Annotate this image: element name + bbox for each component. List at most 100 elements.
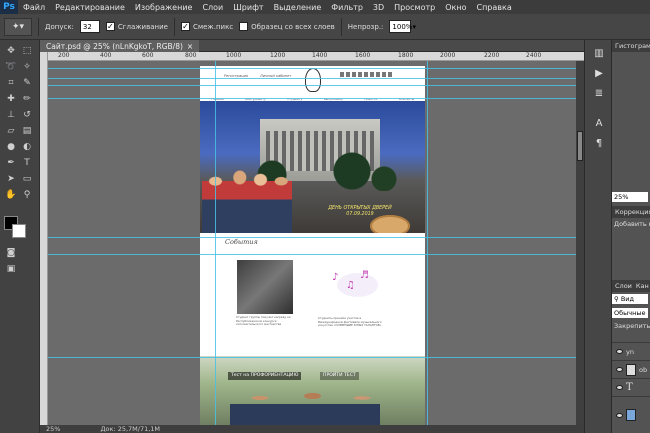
tab-channels[interactable]: Кан xyxy=(636,282,649,290)
layer-row[interactable]: ob xyxy=(612,360,650,378)
histogram-panel-body xyxy=(612,52,650,190)
eye-icon[interactable] xyxy=(616,412,623,418)
layer-row[interactable] xyxy=(612,396,650,433)
adjustments-panel-header[interactable]: Коррекция xyxy=(612,206,650,218)
play-icon[interactable]: ▶ xyxy=(591,66,607,80)
clone-stamp-icon[interactable]: ⊥ xyxy=(4,108,18,121)
text-layer-icon: T xyxy=(626,382,633,393)
lasso-tool-icon[interactable]: ➰ xyxy=(4,60,18,73)
music-note-icon: ♪ xyxy=(332,272,339,283)
layers-panel-tabs: Слои Кан xyxy=(612,280,650,292)
document-tab[interactable]: Сайт.psd @ 25% (nLnKgkoT, RGB/8) × xyxy=(40,40,200,52)
guide-line[interactable] xyxy=(48,237,576,238)
menu-image[interactable]: Изображение xyxy=(130,3,198,12)
brush-tool-icon[interactable]: ✏ xyxy=(20,92,34,105)
separator xyxy=(340,17,342,36)
paragraph-icon[interactable]: ¶ xyxy=(591,136,607,150)
guide-line[interactable] xyxy=(48,357,576,358)
guide-line[interactable] xyxy=(48,98,576,99)
menu-3d[interactable]: 3D xyxy=(368,3,389,12)
zoom-level[interactable]: 25% xyxy=(46,425,60,433)
opacity-field[interactable]: 100% ▾ xyxy=(389,20,416,33)
contiguous-label: Смеж.пикс xyxy=(192,22,234,31)
menu-file[interactable]: Файл xyxy=(18,3,50,12)
document-tab-bar: Сайт.psd @ 25% (nLnKgkoT, RGB/8) × xyxy=(40,40,584,52)
guide-line[interactable] xyxy=(215,61,216,425)
navigator-zoom-field[interactable]: 25% xyxy=(612,192,648,202)
menu-help[interactable]: Справка xyxy=(471,3,516,12)
eraser-tool-icon[interactable]: ▱ xyxy=(4,124,18,137)
guide-line[interactable] xyxy=(48,68,576,69)
guide-line[interactable] xyxy=(48,85,576,86)
history-brush-icon[interactable]: ↺ xyxy=(20,108,34,121)
histogram-panel-header[interactable]: Гистограмма xyxy=(612,40,650,52)
gradient-tool-icon[interactable]: ▤ xyxy=(20,124,34,137)
tool-preset-picker[interactable]: ✦▾ xyxy=(4,17,32,36)
opacity-value: 100% xyxy=(392,22,413,31)
music-notes-image: ♪ ♫ ♬ xyxy=(318,262,384,308)
crop-tool-icon[interactable]: ⌗ xyxy=(4,76,18,89)
histogram-icon[interactable]: ▥ xyxy=(591,46,607,60)
ruler-tick: 800 xyxy=(185,52,197,59)
horizontal-ruler[interactable]: 200 400 600 800 1000 1200 1400 1600 1800… xyxy=(48,52,584,61)
music-note-icon: ♫ xyxy=(346,280,355,291)
tab-layers[interactable]: Слои xyxy=(615,282,632,290)
quick-mask-icon[interactable]: ◙ xyxy=(4,246,18,259)
antialias-checkbox[interactable]: ✓ Сглаживание xyxy=(105,21,168,31)
vertical-ruler[interactable] xyxy=(40,52,48,425)
type-tool-icon[interactable]: T xyxy=(20,156,34,169)
tolerance-label: Допуск: xyxy=(45,22,74,31)
menu-edit[interactable]: Редактирование xyxy=(50,3,130,12)
canvas-area[interactable]: Регистрация Личный кабинет Главная Абиту… xyxy=(48,61,576,425)
path-select-icon[interactable]: ➤ xyxy=(4,172,18,185)
menu-filter[interactable]: Фильтр xyxy=(326,3,368,12)
marquee-tool-icon[interactable]: ⬚ xyxy=(20,44,34,57)
check-icon: ✓ xyxy=(105,21,115,31)
menu-view[interactable]: Просмотр xyxy=(389,3,440,12)
character-icon[interactable]: A xyxy=(591,116,607,130)
eyedropper-tool-icon[interactable]: ✎ xyxy=(20,76,34,89)
layer-row[interactable]: T xyxy=(612,378,650,396)
adjustments-icons-area xyxy=(612,230,650,280)
antialias-label: Сглаживание xyxy=(117,22,168,31)
tools-panel: ✥ ⬚ ➰ ✧ ⌗ ✎ ✚ ✏ ⊥ ↺ ▱ ▤ ● ◐ ✒ T ➤ ▭ ✋ ⚲ … xyxy=(0,40,40,433)
contiguous-checkbox[interactable]: ✓ Смеж.пикс xyxy=(180,22,234,31)
sample-all-layers-checkbox[interactable]: Образец со всех слоев xyxy=(239,22,335,31)
scrollbar-thumb[interactable] xyxy=(577,131,583,161)
vertical-scrollbar[interactable] xyxy=(576,61,584,425)
tolerance-input[interactable] xyxy=(79,20,100,33)
panel-dock-icons: ▥ ▶ ≣ A ¶ xyxy=(584,40,612,433)
social-icons xyxy=(340,72,394,77)
guide-line[interactable] xyxy=(48,78,576,79)
guide-line[interactable] xyxy=(427,61,428,425)
eye-icon[interactable] xyxy=(616,349,623,354)
menu-window[interactable]: Окно xyxy=(440,3,471,12)
zoom-tool-icon[interactable]: ⚲ xyxy=(20,188,34,201)
blend-mode-select[interactable]: Обычные xyxy=(612,308,648,318)
magic-wand-tool-icon[interactable]: ✧ xyxy=(20,60,34,73)
dodge-tool-icon[interactable]: ◐ xyxy=(20,140,34,153)
eye-icon[interactable] xyxy=(616,367,623,372)
close-icon[interactable]: × xyxy=(187,42,193,51)
ruler-tick: 200 xyxy=(58,52,70,59)
guide-line[interactable] xyxy=(48,254,576,255)
menu-select[interactable]: Выделение xyxy=(269,3,327,12)
blur-tool-icon[interactable]: ● xyxy=(4,140,18,153)
career-test-label: Тест на ПРОФОРИЕНТАЦИЮ xyxy=(228,372,302,380)
events-heading: События xyxy=(225,238,258,246)
background-color-swatch[interactable] xyxy=(12,224,26,238)
move-tool-icon[interactable]: ✥ xyxy=(4,44,18,57)
healing-brush-icon[interactable]: ✚ xyxy=(4,92,18,105)
brush-presets-icon[interactable]: ≣ xyxy=(591,86,607,100)
menu-type[interactable]: Шрифт xyxy=(228,3,268,12)
ruler-tick: 400 xyxy=(100,52,112,59)
screen-mode-icon[interactable]: ▣ xyxy=(4,262,18,275)
add-adjustment-label: Добавить к xyxy=(614,220,650,228)
layer-row[interactable]: yn xyxy=(612,342,650,360)
shape-tool-icon[interactable]: ▭ xyxy=(20,172,34,185)
pen-tool-icon[interactable]: ✒ xyxy=(4,156,18,169)
layer-kind-filter[interactable]: ⚲ Вид xyxy=(612,294,648,304)
eye-icon[interactable] xyxy=(616,385,623,390)
hand-tool-icon[interactable]: ✋ xyxy=(4,188,18,201)
menu-layers[interactable]: Слои xyxy=(197,3,228,12)
